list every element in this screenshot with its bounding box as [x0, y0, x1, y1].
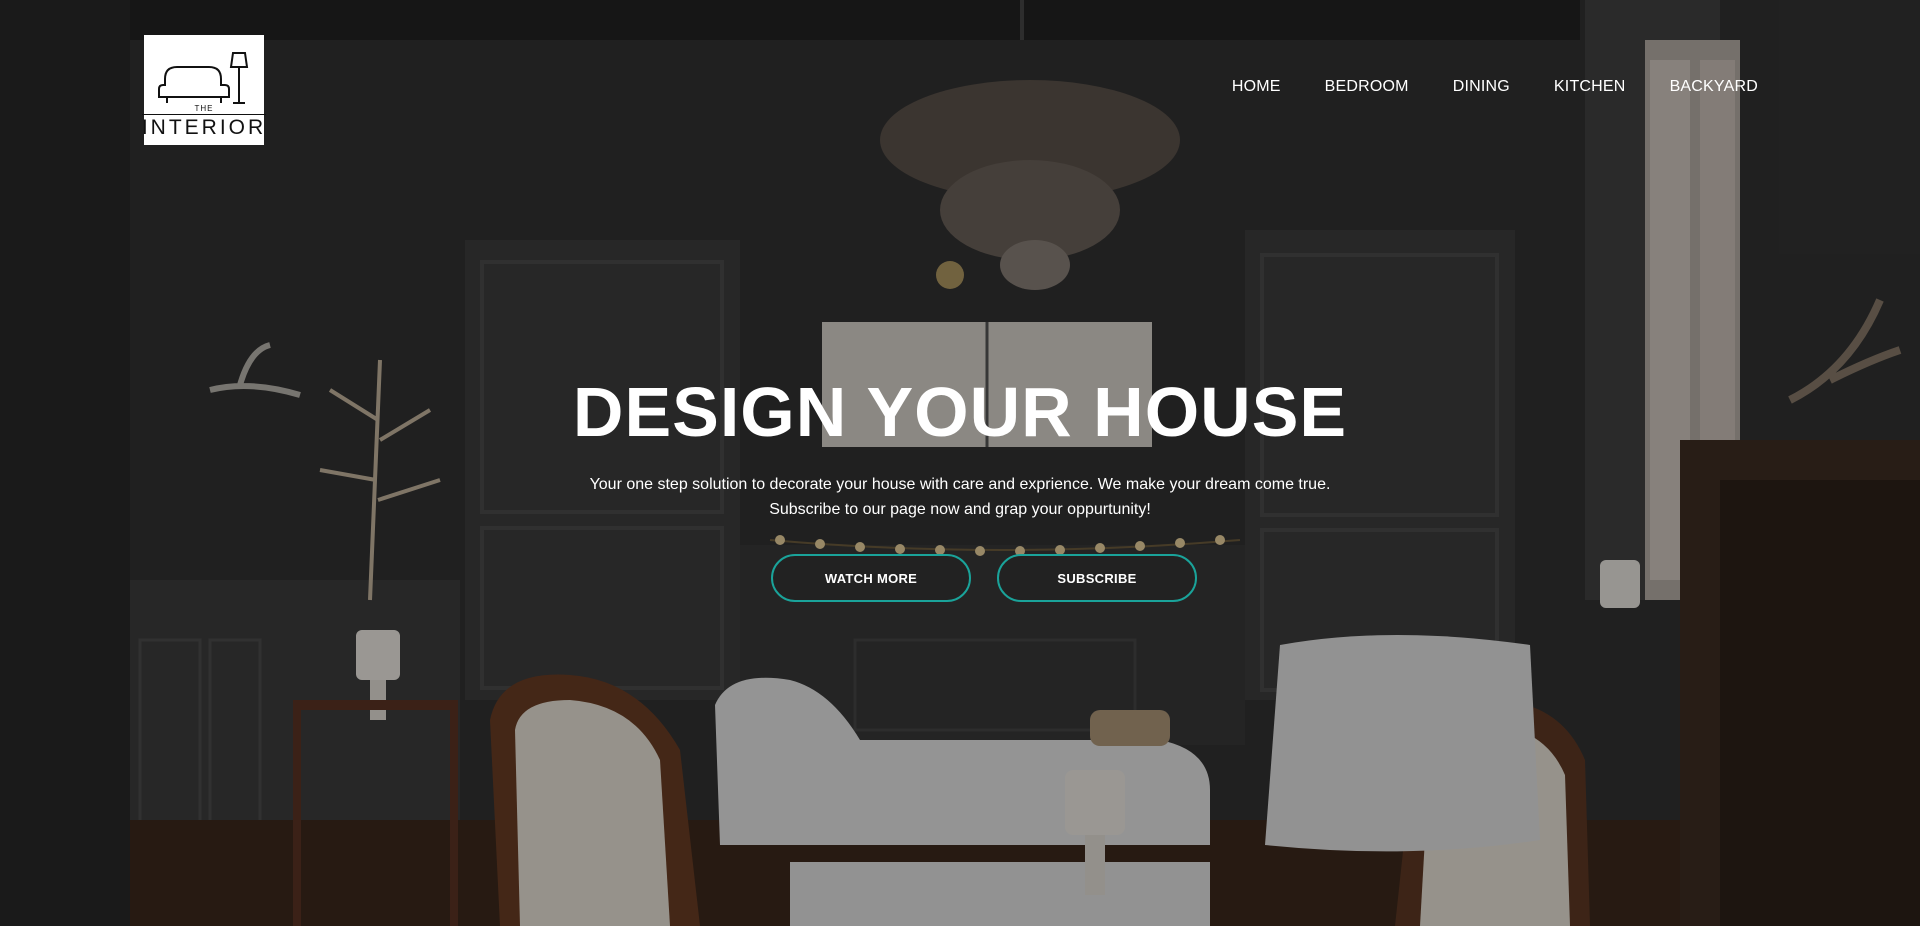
- nav-kitchen[interactable]: KITCHEN: [1554, 78, 1626, 96]
- nav-bedroom[interactable]: BEDROOM: [1325, 78, 1409, 96]
- hero-buttons: WATCH MORE SUBSCRIBE: [0, 554, 1920, 602]
- subscribe-button[interactable]: SUBSCRIBE: [997, 554, 1197, 602]
- site-logo[interactable]: THE INTERIOR: [141, 35, 267, 145]
- hero-description-line-2: Subscribe to our page now and grap your …: [769, 501, 1151, 518]
- nav-backyard[interactable]: BACKYARD: [1670, 78, 1758, 96]
- hero-content: DESIGN YOUR HOUSE Your one step solution…: [0, 372, 1920, 602]
- main-navigation: HOME BEDROOM DINING KITCHEN BACKYARD: [1188, 78, 1758, 96]
- hero-title: DESIGN YOUR HOUSE: [572, 373, 1348, 451]
- logo-small-text: THE: [194, 104, 214, 113]
- hero-description: Your one step solution to decorate your …: [0, 472, 1920, 522]
- nav-home[interactable]: HOME: [1232, 78, 1281, 96]
- hero-description-line-1: Your one step solution to decorate your …: [589, 476, 1331, 493]
- sofa-lamp-icon: [158, 52, 249, 104]
- nav-dining[interactable]: DINING: [1453, 78, 1510, 96]
- logo-name: INTERIOR: [141, 114, 267, 139]
- watch-more-button[interactable]: WATCH MORE: [771, 554, 971, 602]
